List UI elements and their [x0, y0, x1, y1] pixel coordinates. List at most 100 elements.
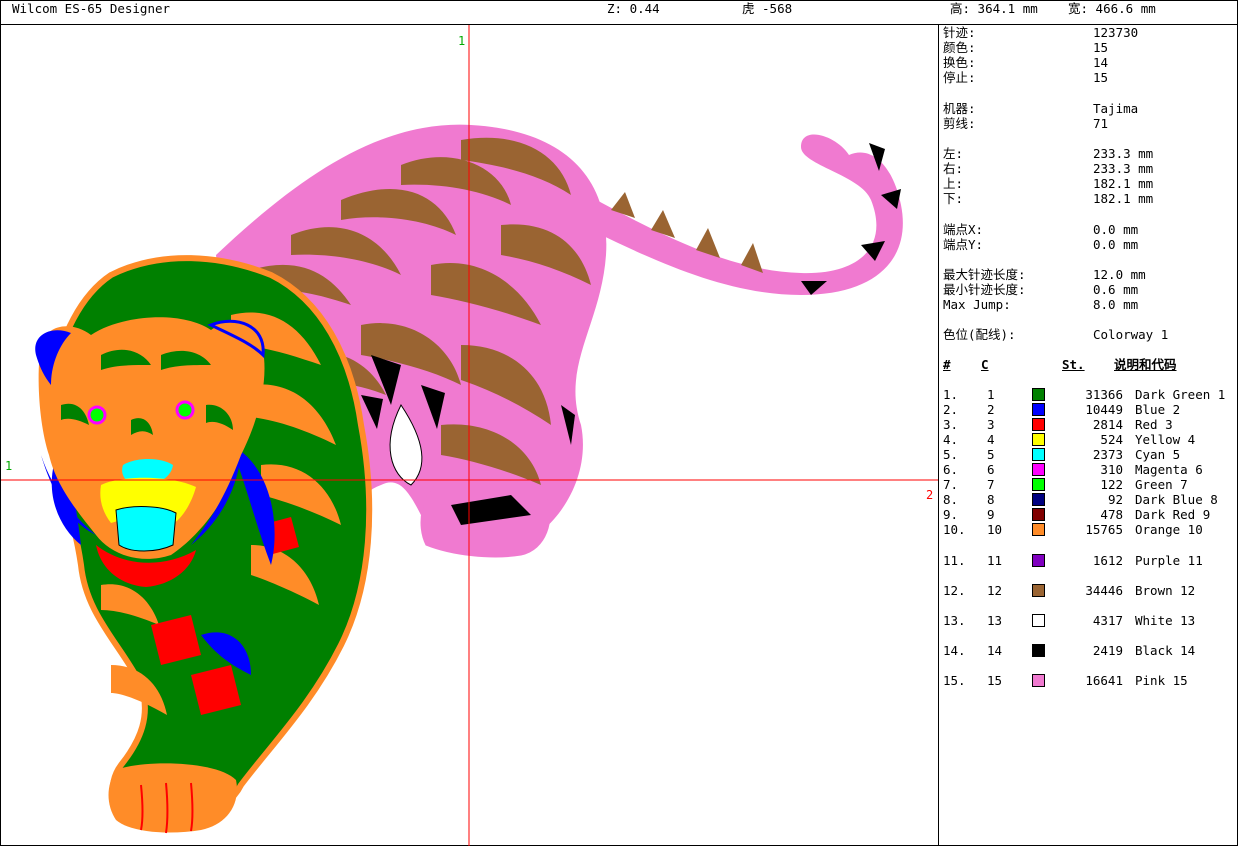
color-swatch[interactable] — [1032, 478, 1045, 491]
color-row-number: 1. — [943, 387, 959, 402]
color-row-number: 12. — [943, 583, 966, 598]
color-row[interactable]: 11. 11 1612 Purple 11 — [943, 553, 1238, 568]
color-row[interactable]: 6. 6 310 Magenta 6 — [943, 462, 1238, 477]
color-swatch[interactable] — [1032, 584, 1045, 597]
color-code: 5 — [987, 447, 995, 462]
color-swatch[interactable] — [1032, 674, 1045, 687]
color-row[interactable]: 3. 3 2814 Red 3 — [943, 417, 1238, 432]
stat-value: 0.0 mm — [1093, 237, 1139, 252]
stat-label: 最小针迹长度: — [943, 282, 1026, 297]
color-code: 1 — [987, 387, 995, 402]
color-swatch[interactable] — [1032, 554, 1045, 567]
tiger-mouth — [115, 506, 177, 552]
stat-value: Colorway 1 — [1093, 327, 1169, 342]
color-row[interactable]: 13. 13 4317 White 13 — [943, 613, 1238, 628]
stitch-count: 310 — [1100, 462, 1123, 477]
color-swatch[interactable] — [1032, 433, 1045, 446]
stat-row: 端点Y: 0.0 mm — [943, 237, 1238, 252]
color-swatch[interactable] — [1032, 523, 1045, 536]
color-code: 13 — [987, 613, 1003, 628]
stitch-count: 2373 — [1092, 447, 1123, 462]
stat-row: 换色: 14 — [943, 55, 1238, 70]
color-row[interactable]: 9. 9 478 Dark Red 9 — [943, 507, 1238, 522]
stat-value: 14 — [1093, 55, 1109, 70]
color-row-number: 15. — [943, 673, 966, 688]
col-header-desc: 说明和代码 — [1114, 357, 1177, 372]
stat-value: 71 — [1093, 116, 1109, 131]
col-header-code: C — [981, 357, 989, 372]
stitch-count: 2419 — [1092, 643, 1123, 658]
color-row[interactable]: 15. 15 16641 Pink 15 — [943, 673, 1238, 688]
color-row-number: 14. — [943, 643, 966, 658]
design-canvas[interactable]: 1 1 2 — [1, 25, 938, 846]
color-code: 15 — [987, 673, 1003, 688]
stat-label: 机器: — [943, 101, 976, 116]
color-code: 12 — [987, 583, 1003, 598]
stat-label: 上: — [943, 176, 964, 191]
stitch-count: 122 — [1100, 477, 1123, 492]
stat-row: 色位(配线): Colorway 1 — [943, 327, 1238, 342]
color-code: 4 — [987, 432, 995, 447]
color-row-number: 7. — [943, 477, 959, 492]
stat-row: 最小针迹长度: 0.6 mm — [943, 282, 1238, 297]
color-row[interactable]: 2. 2 10449 Blue 2 — [943, 402, 1238, 417]
stat-value: 233.3 mm — [1093, 161, 1154, 176]
stat-row: 上: 182.1 mm — [943, 176, 1238, 191]
stitch-count: 92 — [1107, 492, 1123, 507]
color-row[interactable]: 1. 1 31366 Dark Green 1 — [943, 387, 1238, 402]
left-eye — [87, 405, 107, 425]
stat-label: 端点Y: — [943, 237, 984, 252]
color-swatch[interactable] — [1032, 463, 1045, 476]
color-description: Red 3 — [1135, 417, 1173, 432]
col-header-stitches: St. — [1062, 357, 1085, 372]
guide-h-label-right: 2 — [926, 488, 933, 502]
color-swatch[interactable] — [1032, 493, 1045, 506]
stat-row: 针迹: 123730 — [943, 25, 1238, 40]
stat-row: 右: 233.3 mm — [943, 161, 1238, 176]
color-row-number: 8. — [943, 492, 959, 507]
color-description: Cyan 5 — [1135, 447, 1181, 462]
stat-value: 8.0 mm — [1093, 297, 1139, 312]
color-description: Green 7 — [1135, 477, 1188, 492]
color-row-number: 11. — [943, 553, 966, 568]
color-row-number: 4. — [943, 432, 959, 447]
stitch-info-panel: 针迹: 123730 颜色: 15 换色: 14 停止: 15 机器: Tajima 剪线: 71 左:… — [939, 25, 1238, 846]
color-row[interactable]: 10. 10 15765 Orange 10 — [943, 522, 1238, 537]
stat-value: 123730 — [1093, 25, 1139, 40]
stat-value: 182.1 mm — [1093, 176, 1154, 191]
color-row[interactable]: 4. 4 524 Yellow 4 — [943, 432, 1238, 447]
stat-value: Tajima — [1093, 101, 1139, 116]
color-row[interactable]: 8. 8 92 Dark Blue 8 — [943, 492, 1238, 507]
color-row-number: 10. — [943, 522, 966, 537]
stat-row: 停止: 15 — [943, 70, 1238, 85]
color-row-number: 3. — [943, 417, 959, 432]
color-swatch[interactable] — [1032, 448, 1045, 461]
tiger-embroidery-image: 1 1 2 — [1, 25, 938, 846]
color-swatch[interactable] — [1032, 614, 1045, 627]
stat-row: 机器: Tajima — [943, 101, 1238, 116]
color-row-number: 9. — [943, 507, 959, 522]
color-swatch[interactable] — [1032, 644, 1045, 657]
app-title: Wilcom ES-65 Designer — [12, 1, 171, 16]
color-row[interactable]: 7. 7 122 Green 7 — [943, 477, 1238, 492]
stitch-count: 524 — [1100, 432, 1123, 447]
color-row[interactable]: 14. 14 2419 Black 14 — [943, 643, 1238, 658]
stat-value: 12.0 mm — [1093, 267, 1146, 282]
color-row-number: 5. — [943, 447, 959, 462]
right-eye — [175, 400, 195, 420]
color-row[interactable]: 5. 5 2373 Cyan 5 — [943, 447, 1238, 462]
color-description: Dark Blue 8 — [1135, 492, 1218, 507]
color-swatch[interactable] — [1032, 508, 1045, 521]
color-row[interactable]: 12. 12 34446 Brown 12 — [943, 583, 1238, 598]
stat-label: 左: — [943, 146, 964, 161]
color-swatch[interactable] — [1032, 418, 1045, 431]
stitch-count: 4317 — [1092, 613, 1123, 628]
color-code: 6 — [987, 462, 995, 477]
color-row-number: 2. — [943, 402, 959, 417]
color-description: Magenta 6 — [1135, 462, 1203, 477]
color-swatch[interactable] — [1032, 403, 1045, 416]
color-swatch[interactable] — [1032, 388, 1045, 401]
stat-row: 最大针迹长度: 12.0 mm — [943, 267, 1238, 282]
front-left-paw — [108, 763, 237, 833]
stitch-count: 34446 — [1085, 583, 1123, 598]
